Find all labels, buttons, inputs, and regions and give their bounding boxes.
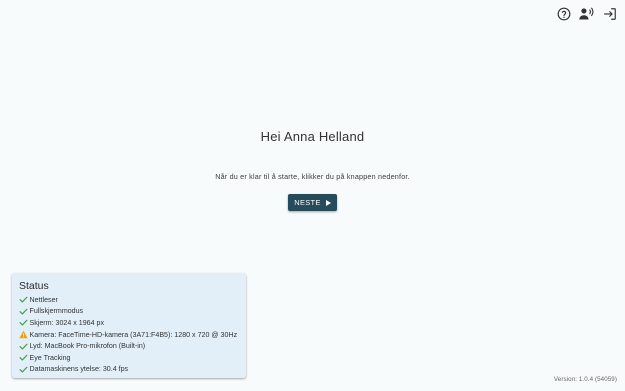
voice-user-icon (578, 7, 593, 20)
start-instructions: Når du er klar til å starte, klikker du … (215, 172, 410, 181)
status-item-label: Fullskjermmodus (29, 307, 84, 316)
top-toolbar (555, 5, 618, 22)
status-item: Datamaskinens ytelse: 30.4 fps (19, 364, 246, 376)
status-item-label: Eye Tracking (29, 353, 71, 362)
greeting-title: Hei Anna Helland (260, 129, 365, 144)
checkmark-icon (19, 353, 28, 362)
help-circle-icon (557, 7, 570, 20)
status-item: Kamera: FaceTime-HD-kamera (3A71:F4B5): … (19, 329, 246, 341)
warning-icon (19, 330, 28, 339)
status-item-label: Datamaskinens ytelse: 30.4 fps (29, 365, 129, 374)
checkmark-icon (19, 365, 28, 374)
checkmark-icon (19, 318, 28, 327)
version-label: Version: 1.0.4 (54059) (553, 376, 617, 383)
checkmark-icon (19, 295, 28, 304)
voice-button[interactable] (578, 5, 595, 22)
logout-icon (603, 7, 616, 20)
status-item-label: Nettleser (29, 295, 58, 304)
status-item: Lyd: MacBook Pro-mikrofon (Built-in) (19, 340, 246, 352)
status-item-label: Lyd: MacBook Pro-mikrofon (Built-in) (29, 342, 146, 351)
next-button-label: NESTE (294, 198, 321, 207)
status-item: Eye Tracking (19, 352, 246, 364)
next-button[interactable]: NESTE (288, 194, 337, 211)
status-item: Fullskjermmodus (19, 306, 246, 318)
status-title: Status (19, 280, 49, 292)
status-list: Nettleser Fullskjermmodus Skjerm: 3024 x 1… (19, 294, 246, 375)
checkmark-icon (19, 307, 28, 316)
help-button[interactable] (555, 5, 572, 22)
status-item-label: Skjerm: 3024 x 1964 px (29, 318, 105, 327)
status-item-label: Kamera: FaceTime-HD-kamera (3A71:F4B5): … (29, 330, 238, 339)
status-panel: Status Nettleser Fullskjermmodus Skjerm: 3… (12, 273, 246, 378)
status-item: Skjerm: 3024 x 1964 px (19, 317, 246, 329)
play-icon (325, 199, 331, 206)
checkmark-icon (19, 342, 28, 351)
logout-button[interactable] (601, 5, 618, 22)
status-item: Nettleser (19, 294, 246, 306)
